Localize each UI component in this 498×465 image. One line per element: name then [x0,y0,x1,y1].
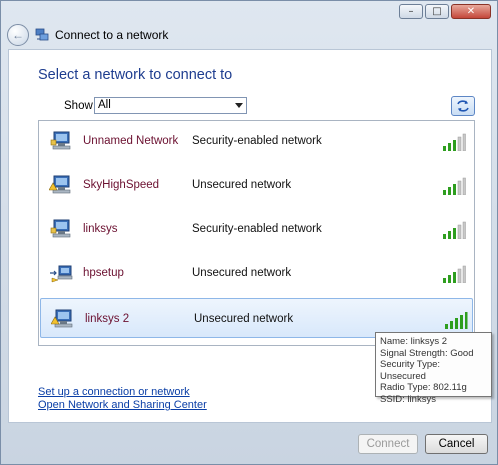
tooltip-signal: Signal Strength: Good [380,347,474,359]
refresh-icon [457,100,469,112]
tooltip-ssid: SSID: linksys [380,393,436,405]
tooltip-security: Security Type: Unsecured [380,359,441,382]
page-heading: Select a network to connect to [38,67,233,83]
unsecured-network-icon [49,175,71,194]
network-name: Unnamed Network [83,135,179,147]
network-name: linksys [83,223,118,235]
network-list[interactable]: Unnamed Network Security-enabled network [38,120,475,346]
network-security: Security-enabled network [192,223,322,235]
back-arrow-icon: ← [12,28,24,42]
network-details-tooltip: Name: linksys 2 Signal Strength: Good Se… [375,332,492,405]
dialog-window: – □ ✕ ← Connect to a network Select a ne… [0,0,498,465]
show-filter-value: All [98,99,111,111]
connect-button[interactable]: Connect [358,434,418,454]
signal-strength-icon [443,177,466,195]
signal-strength-icon [443,265,466,283]
network-name: hpsetup [83,267,124,279]
network-row[interactable]: hpsetup Unsecured network [39,253,474,293]
signal-strength-icon [443,133,466,151]
maximize-button[interactable]: □ [425,4,449,19]
network-row[interactable]: linksys Security-enabled network [39,209,474,249]
cancel-button[interactable]: Cancel [425,434,488,454]
network-security: Unsecured network [194,313,294,325]
show-label: Show [64,100,93,112]
network-app-icon [35,28,49,41]
network-security: Unsecured network [192,179,292,191]
network-row[interactable]: SkyHighSpeed Unsecured network [39,165,474,205]
signal-strength-icon [445,312,468,329]
refresh-button[interactable] [451,96,475,116]
back-button[interactable]: ← [7,24,29,46]
tooltip-radio: Radio Type: 802.11g [380,382,467,393]
secured-network-icon [50,219,71,238]
network-name: linksys 2 [85,313,130,325]
window-title: Connect to a network [55,28,169,42]
network-security: Security-enabled network [192,135,322,147]
close-button[interactable]: ✕ [451,4,491,19]
dropdown-arrow-icon [235,103,243,108]
adhoc-network-icon [50,265,73,283]
signal-strength-icon [443,221,466,239]
tooltip-name: Name: linksys 2 [380,336,448,347]
network-row[interactable]: Unnamed Network Security-enabled network [39,121,474,161]
network-sharing-center-link[interactable]: Open Network and Sharing Center [38,399,207,411]
minimize-button[interactable]: – [399,4,423,19]
secured-network-icon [50,131,71,150]
caption-buttons: – □ ✕ [399,4,491,19]
network-security: Unsecured network [192,267,292,279]
network-name: SkyHighSpeed [83,179,160,191]
show-filter-select[interactable]: All [94,97,247,114]
setup-connection-link[interactable]: Set up a connection or network [38,386,190,398]
title-bar: ← Connect to a network [7,23,168,47]
unsecured-network-icon [51,309,73,328]
